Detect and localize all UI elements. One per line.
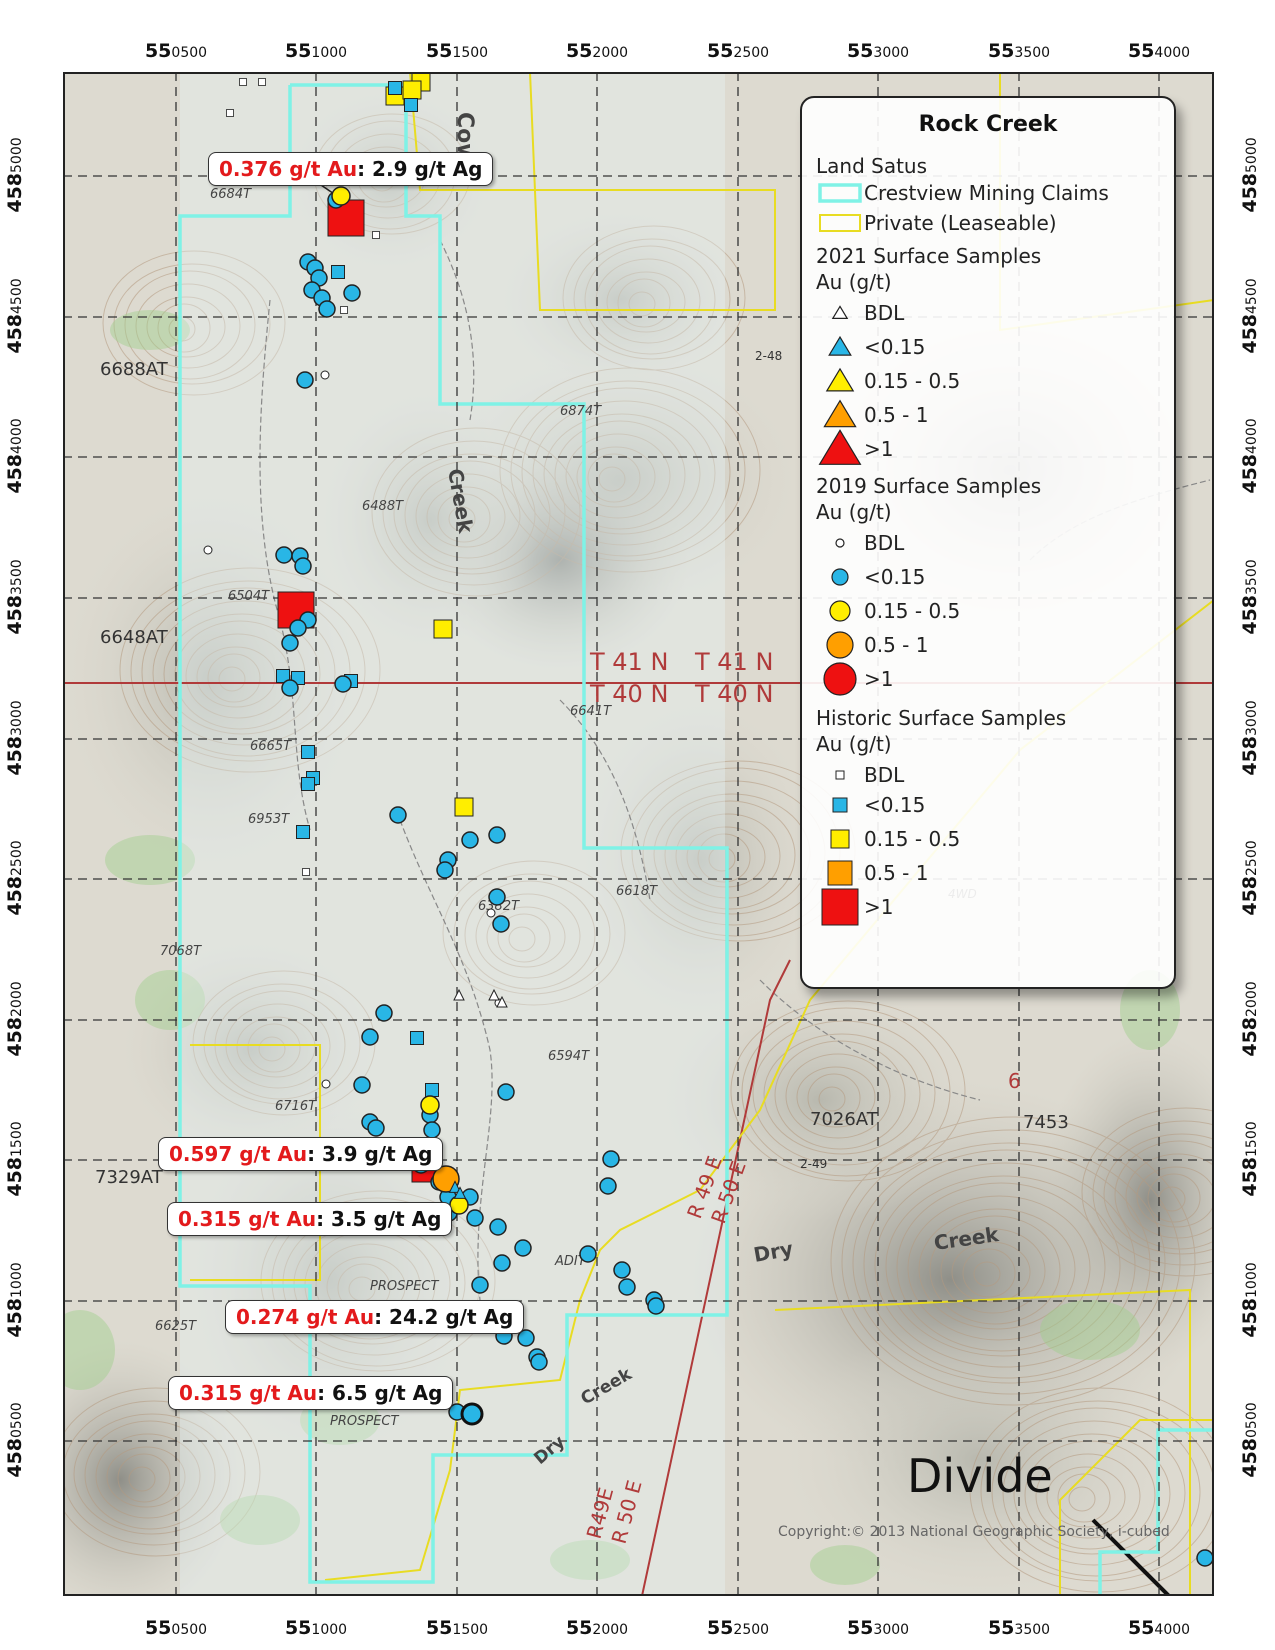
legend-class-label: BDL bbox=[864, 301, 905, 325]
grid-tick-label: 553500 bbox=[987, 40, 1051, 62]
legend-circle-symbol bbox=[826, 631, 854, 659]
legend-class-label: 0.15 - 0.5 bbox=[864, 827, 961, 851]
legend-square-symbol bbox=[832, 797, 848, 813]
legend-square-symbol bbox=[835, 770, 845, 780]
grid-tick-label: 4585000 bbox=[4, 137, 26, 213]
callout-label: 0.315 g/t Au: 3.5 g/t Ag bbox=[167, 1202, 453, 1236]
legend-item-2019: <0.15 bbox=[816, 562, 925, 592]
legend-class-label: >1 bbox=[864, 667, 894, 691]
grid-tick-label: 551500 bbox=[425, 40, 489, 62]
grid-tick-label: 552000 bbox=[565, 1617, 629, 1639]
legend-unit: Au (g/t) bbox=[816, 732, 892, 756]
grid-tick-label: 551500 bbox=[425, 1617, 489, 1639]
legend-class-label: 0.5 - 1 bbox=[864, 633, 929, 657]
legend-class-label: >1 bbox=[864, 895, 894, 919]
legend-class-label: 0.5 - 1 bbox=[864, 861, 929, 885]
legend-triangle-symbol bbox=[823, 399, 857, 428]
grid-tick-label: 554000 bbox=[1127, 40, 1191, 62]
legend-class-label: 0.5 - 1 bbox=[864, 403, 929, 427]
legend-label: Private (Leaseable) bbox=[864, 211, 1057, 235]
legend-item-2019: 0.15 - 0.5 bbox=[816, 596, 960, 626]
legend-circle-symbol bbox=[831, 568, 849, 586]
legend-circle-symbol bbox=[835, 538, 845, 548]
grid-tick-label: 550500 bbox=[144, 40, 208, 62]
grid-tick-label: 4582000 bbox=[1239, 981, 1261, 1057]
legend-title: Rock Creek bbox=[918, 112, 1058, 137]
grid-tick-label: 4585000 bbox=[1239, 137, 1261, 213]
legend-label: Crestview Mining Claims bbox=[864, 181, 1109, 205]
grid-tick-label: 4584000 bbox=[4, 418, 26, 494]
legend-item-2021: BDL bbox=[816, 298, 904, 328]
grid-tick-label: 4581500 bbox=[4, 1121, 26, 1197]
callout-label: 0.274 g/t Au: 24.2 g/t Ag bbox=[225, 1300, 525, 1334]
legend-triangle-symbol bbox=[831, 305, 849, 319]
grid-tick-label: 4581000 bbox=[1239, 1262, 1261, 1338]
legend-item-historic: 0.5 - 1 bbox=[816, 858, 928, 888]
grid-tick-label: 554000 bbox=[1127, 1617, 1191, 1639]
grid-tick-label: 4584500 bbox=[4, 278, 26, 354]
legend-class-label: BDL bbox=[864, 531, 905, 555]
legend-item-historic: >1 bbox=[816, 888, 894, 926]
grid-tick-label: 553500 bbox=[987, 1617, 1051, 1639]
legend-item-historic: 0.15 - 0.5 bbox=[816, 824, 960, 854]
legend-item-2021: >1 bbox=[816, 429, 894, 465]
legend-item-2021: 0.15 - 0.5 bbox=[816, 366, 960, 396]
grid-tick-label: 552000 bbox=[565, 40, 629, 62]
legend-item-2019: >1 bbox=[816, 662, 894, 696]
grid-tick-label: 4580500 bbox=[4, 1402, 26, 1478]
legend-square-symbol bbox=[827, 860, 853, 886]
grid-tick-label: 4584500 bbox=[1239, 278, 1261, 354]
legend-class-label: <0.15 bbox=[864, 335, 926, 359]
grid-tick-label: 4581500 bbox=[1239, 1121, 1261, 1197]
grid-tick-label: 4583500 bbox=[1239, 559, 1261, 635]
legend-item-2021: <0.15 bbox=[816, 332, 925, 362]
legend-item-2019: 0.5 - 1 bbox=[816, 630, 928, 660]
legend-unit: Au (g/t) bbox=[816, 270, 892, 294]
legend-unit: Au (g/t) bbox=[816, 500, 892, 524]
legend-triangle-symbol bbox=[828, 335, 852, 356]
grid-tick-label: 552500 bbox=[706, 1617, 770, 1639]
grid-tick-label: 553000 bbox=[846, 1617, 910, 1639]
callout-label: 0.597 g/t Au: 3.9 g/t Ag bbox=[158, 1137, 444, 1171]
legend-item-crestview: Crestview Mining Claims bbox=[816, 178, 1109, 208]
grid-tick-label: 4582500 bbox=[1239, 840, 1261, 916]
legend-class-label: 0.15 - 0.5 bbox=[864, 599, 961, 623]
legend-class-label: BDL bbox=[864, 763, 905, 787]
land-status-heading: Land Satus bbox=[816, 154, 928, 178]
grid-tick-label: 4582000 bbox=[4, 981, 26, 1057]
legend-class-label: <0.15 bbox=[864, 793, 926, 817]
grid-tick-label: 552500 bbox=[706, 40, 770, 62]
grid-tick-label: 4583000 bbox=[4, 700, 26, 776]
legend-heading-2019: 2019 Surface Samples bbox=[816, 474, 1042, 498]
legend-square-symbol bbox=[821, 888, 859, 926]
legend-triangle-symbol bbox=[818, 429, 862, 465]
legend-item-2019: BDL bbox=[816, 528, 904, 558]
grid-tick-label: 551000 bbox=[284, 1617, 348, 1639]
legend-class-label: >1 bbox=[864, 437, 894, 461]
callout-label: 0.376 g/t Au: 2.9 g/t Ag bbox=[208, 152, 494, 186]
legend-heading-historic: Historic Surface Samples bbox=[816, 706, 1067, 730]
grid-tick-label: 4580500 bbox=[1239, 1402, 1261, 1478]
legend-circle-symbol bbox=[823, 662, 857, 696]
grid-tick-label: 4583500 bbox=[4, 559, 26, 635]
callout-label: 0.315 g/t Au: 6.5 g/t Ag bbox=[168, 1376, 454, 1410]
grid-tick-label: 4581000 bbox=[4, 1262, 26, 1338]
legend-triangle-symbol bbox=[825, 367, 855, 392]
legend-class-label: 0.15 - 0.5 bbox=[864, 369, 961, 393]
grid-tick-label: 553000 bbox=[846, 40, 910, 62]
legend-circle-symbol bbox=[829, 600, 851, 622]
grid-tick-label: 4582500 bbox=[4, 840, 26, 916]
grid-tick-label: 551000 bbox=[284, 40, 348, 62]
legend-item-historic: <0.15 bbox=[816, 790, 925, 820]
legend-square-symbol bbox=[830, 829, 850, 849]
legend-item-2021: 0.5 - 1 bbox=[816, 399, 929, 430]
legend-class-label: <0.15 bbox=[864, 565, 926, 589]
grid-tick-label: 4584000 bbox=[1239, 418, 1261, 494]
map-legend: Rock Creek Land Satus Crestview Mining C… bbox=[800, 96, 1176, 989]
legend-heading-2021: 2021 Surface Samples bbox=[816, 244, 1042, 268]
grid-tick-label: 550500 bbox=[144, 1617, 208, 1639]
grid-tick-label: 4583000 bbox=[1239, 700, 1261, 776]
legend-item-private: Private (Leaseable) bbox=[816, 208, 1057, 238]
